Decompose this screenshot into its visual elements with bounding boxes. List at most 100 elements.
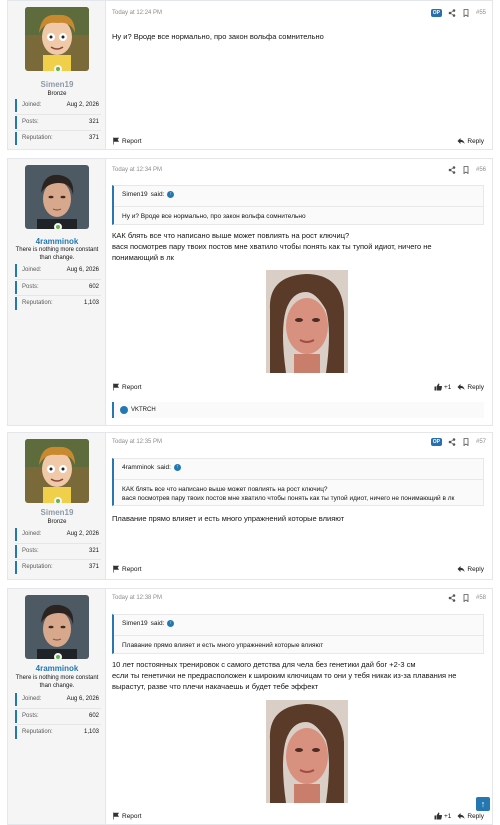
- post-time[interactable]: Today at 12:35 PM: [112, 439, 162, 445]
- op-badge: OP: [430, 438, 442, 446]
- stat-reputation: Reputation: 371: [15, 132, 101, 145]
- post-actions: OP #55: [430, 9, 486, 17]
- stat-label: Joined:: [22, 102, 42, 108]
- quote-author[interactable]: Simen19: [122, 191, 148, 198]
- quote-author[interactable]: Simen19: [122, 620, 148, 627]
- quote-line: КАК блять все что написано выше может по…: [122, 486, 328, 493]
- reply-icon: [457, 137, 465, 145]
- arrow-up-icon[interactable]: ↑: [167, 620, 175, 627]
- username[interactable]: 4ramminok: [8, 664, 106, 673]
- stat-value: 321: [88, 119, 99, 125]
- reply-button[interactable]: Reply: [457, 137, 484, 145]
- stat-label: Posts:: [22, 548, 39, 554]
- stat-joined: Joined: Aug 2, 2026: [15, 528, 101, 541]
- quote-header[interactable]: 4ramminok said: ↑: [122, 464, 181, 471]
- report-button[interactable]: Report: [112, 383, 142, 391]
- flag-icon: [112, 137, 120, 145]
- share-icon[interactable]: [448, 594, 456, 602]
- attached-image[interactable]: [266, 270, 348, 373]
- divider: [15, 543, 101, 544]
- stat-value: 602: [88, 713, 99, 719]
- report-button[interactable]: Report: [112, 565, 142, 573]
- stat-reputation: Reputation: 1,103: [15, 726, 101, 739]
- like-button[interactable]: +1: [434, 812, 451, 820]
- op-badge: OP: [430, 9, 442, 17]
- username[interactable]: Simen19: [8, 80, 106, 89]
- arrow-up-icon[interactable]: ↑: [173, 464, 181, 471]
- like-count: +1: [443, 812, 452, 820]
- report-button[interactable]: Report: [112, 812, 142, 820]
- stat-label: Reputation:: [22, 135, 53, 141]
- post-number[interactable]: #57: [476, 439, 486, 445]
- stat-value: Aug 6, 2026: [66, 267, 99, 273]
- user-panel: Simen19 Bronze Joined: Aug 2, 2026 Posts:…: [8, 1, 106, 149]
- post-actions: OP #57: [430, 438, 486, 446]
- post-line: вырастут, разве что плечи накачаешь и бу…: [112, 682, 319, 691]
- arrow-up-icon[interactable]: ↑: [167, 191, 175, 198]
- post-line: КАК блять все что написано выше может по…: [112, 231, 350, 240]
- quote-author[interactable]: 4ramminok: [122, 464, 154, 471]
- divider: [15, 279, 101, 280]
- post-time[interactable]: Today at 12:34 PM: [112, 167, 162, 173]
- reply-button[interactable]: Reply: [457, 383, 484, 391]
- post-time[interactable]: Today at 12:38 PM: [112, 595, 162, 601]
- quote-body: Плавание прямо влияет и есть много упраж…: [114, 635, 483, 650]
- attached-image[interactable]: [266, 700, 348, 803]
- avatar[interactable]: [25, 165, 89, 229]
- reaction-bar: VKTRCH: [112, 402, 484, 418]
- like-count: +1: [443, 383, 452, 391]
- divider: [15, 130, 101, 131]
- thumbs-up-icon: [434, 812, 442, 820]
- stat-joined: Joined: Aug 2, 2026: [15, 99, 101, 112]
- share-icon[interactable]: [448, 166, 456, 174]
- share-icon[interactable]: [448, 438, 456, 446]
- quote-block: 4ramminok said: ↑ КАК блять все что написа…: [112, 458, 484, 506]
- post-line: 10 лет постоянных тренировок с самого де…: [112, 660, 416, 669]
- reply-button[interactable]: Reply: [457, 565, 484, 573]
- reactor-name[interactable]: VKTRCH: [131, 407, 156, 413]
- like-button[interactable]: +1: [434, 383, 451, 391]
- post-number[interactable]: #55: [476, 10, 486, 16]
- post-body: Плавание прямо влияет и есть много упраж…: [112, 514, 345, 523]
- post-line: вася посмотрев пару твоих постов мне хва…: [112, 242, 432, 251]
- post-body: КАК блять все что написано выше может по…: [112, 230, 484, 263]
- post-actions: #58: [448, 594, 486, 602]
- avatar[interactable]: [25, 595, 89, 659]
- divider: [15, 708, 101, 709]
- post-footer-actions: Reply: [457, 565, 484, 573]
- bookmark-icon[interactable]: [462, 9, 470, 17]
- post-body: Ну и? Вроде все нормально, про закон вол…: [112, 32, 324, 41]
- scroll-to-top-button[interactable]: ↑: [476, 797, 490, 811]
- stat-label: Posts:: [22, 284, 39, 290]
- username[interactable]: Simen19: [8, 508, 106, 517]
- post-57: Simen19 Bronze Joined: Aug 2, 2026 Posts:…: [7, 432, 493, 580]
- post-number[interactable]: #56: [476, 167, 486, 173]
- report-label: Report: [122, 137, 142, 145]
- user-title: Bronze: [47, 519, 67, 525]
- username[interactable]: 4ramminok: [8, 237, 106, 246]
- post-number[interactable]: #58: [476, 595, 486, 601]
- stat-value: Aug 2, 2026: [66, 102, 99, 108]
- reply-button[interactable]: Reply: [457, 812, 484, 820]
- stat-label: Joined:: [22, 267, 42, 273]
- report-label: Report: [122, 812, 142, 820]
- quote-said: said:: [150, 620, 165, 627]
- avatar[interactable]: [25, 439, 89, 503]
- quote-line: вася посмотрев пару твоих постов мне хва…: [122, 495, 455, 502]
- report-button[interactable]: Report: [112, 137, 142, 145]
- user-title: There is nothing more constant than chan…: [15, 675, 99, 689]
- thumbs-up-icon: [434, 383, 442, 391]
- quote-header[interactable]: Simen19 said: ↑: [122, 620, 175, 627]
- post-time[interactable]: Today at 12:24 PM: [112, 10, 162, 16]
- stat-joined: Joined: Aug 6, 2026: [15, 693, 101, 706]
- share-icon[interactable]: [448, 9, 456, 17]
- bookmark-icon[interactable]: [462, 438, 470, 446]
- post-58: 4ramminok There is nothing more constant…: [7, 588, 493, 825]
- stat-label: Posts:: [22, 713, 39, 719]
- bookmark-icon[interactable]: [462, 594, 470, 602]
- quote-header[interactable]: Simen19 said: ↑: [122, 191, 175, 198]
- avatar[interactable]: [25, 7, 89, 71]
- stat-label: Joined:: [22, 696, 42, 702]
- reply-label: Reply: [467, 565, 484, 573]
- bookmark-icon[interactable]: [462, 166, 470, 174]
